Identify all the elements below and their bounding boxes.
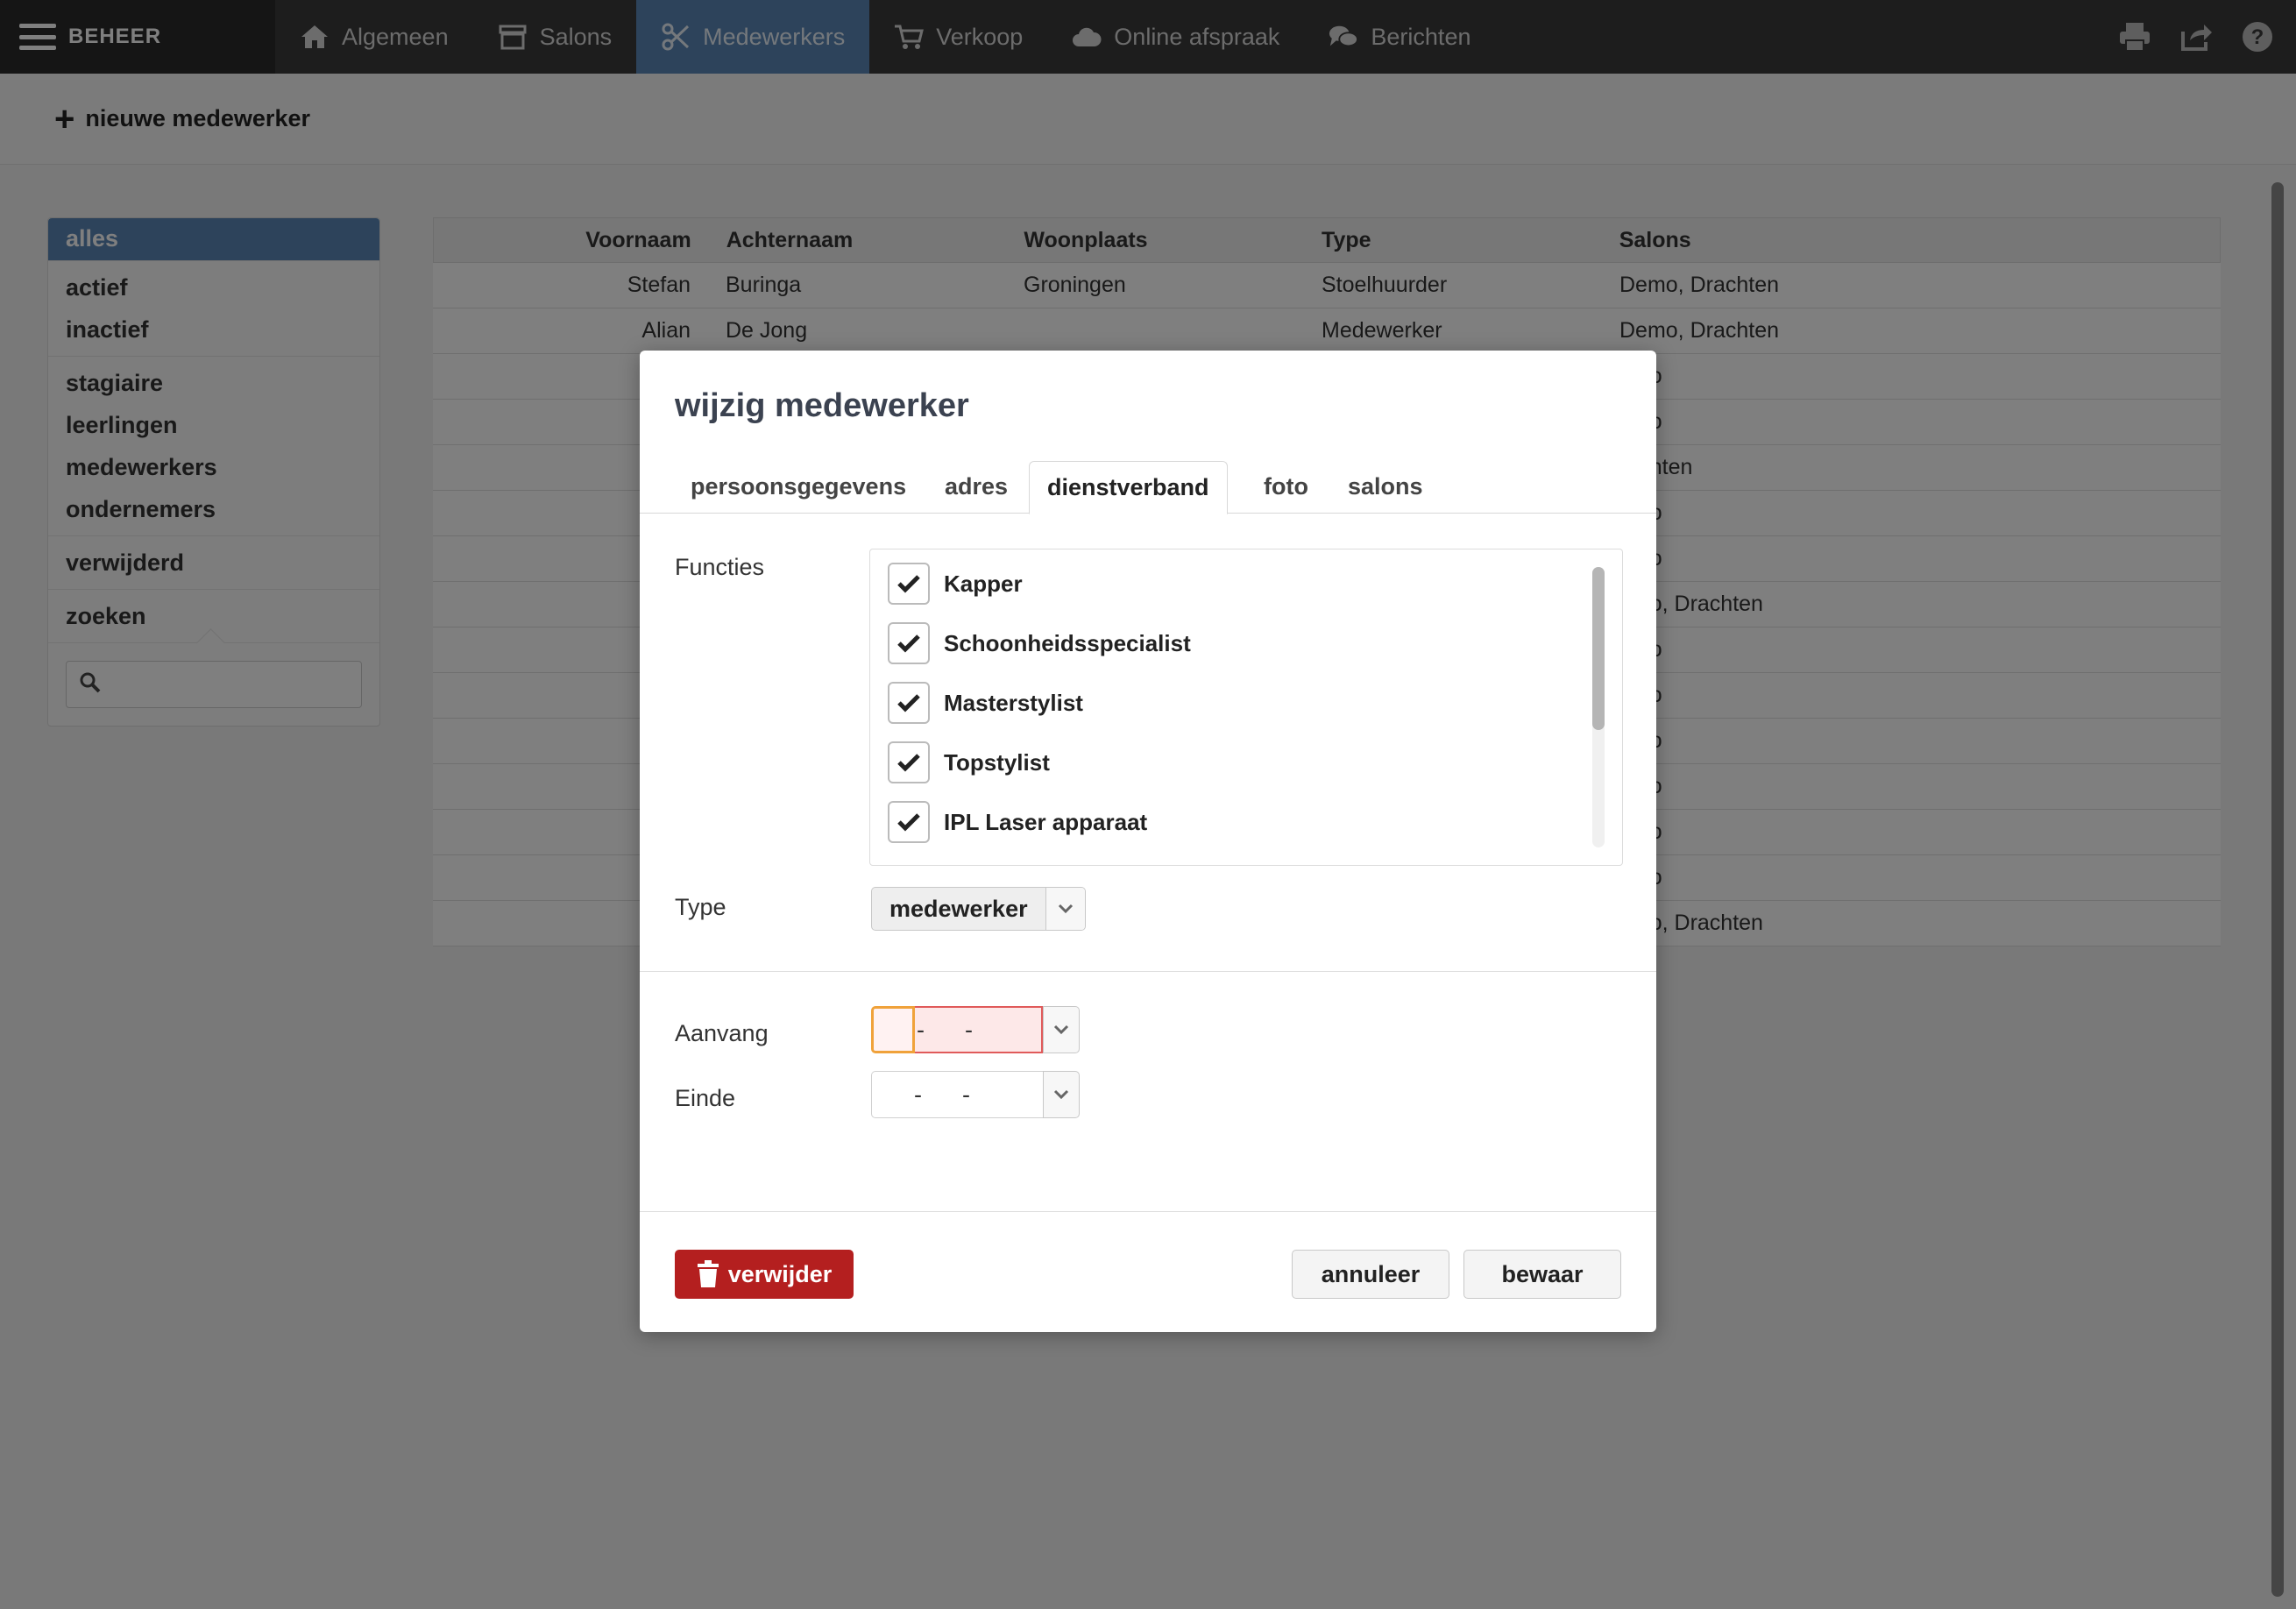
edit-employee-dialog: wijzig medewerker persoonsgegevens adres… [640, 351, 1656, 1332]
einde-date-field: - - [871, 1071, 1080, 1118]
checkbox-checked-icon[interactable] [888, 741, 930, 783]
checkbox-checked-icon[interactable] [888, 801, 930, 843]
aanvang-label: Aanvang [675, 1020, 769, 1046]
functie-schoonheidsspecialist[interactable]: Schoonheidsspecialist [888, 621, 1191, 665]
chevron-down-icon[interactable] [1043, 1006, 1080, 1053]
section-divider [640, 971, 1656, 972]
aanvang-day-input[interactable] [871, 1006, 915, 1053]
cancel-button[interactable]: annuleer [1292, 1250, 1449, 1299]
functie-topstylist[interactable]: Topstylist [888, 741, 1050, 784]
aanvang-date-field: - - [871, 1006, 1080, 1053]
trash-icon [697, 1260, 719, 1288]
functies-scrollbar[interactable] [1592, 567, 1605, 847]
save-button[interactable]: bewaar [1463, 1250, 1621, 1299]
einde-label: Einde [675, 1085, 736, 1111]
tab-dienstverband[interactable]: dienstverband [1029, 461, 1228, 514]
dialog-tabs: persoonsgegevens adres dienstverband fot… [640, 461, 1656, 514]
tab-adres[interactable]: adres [927, 461, 1025, 514]
tab-salons[interactable]: salons [1330, 461, 1441, 514]
tab-persoonsgegevens[interactable]: persoonsgegevens [673, 461, 924, 514]
functie-ipl-laser[interactable]: IPL Laser apparaat [888, 800, 1147, 844]
functies-list: Kapper Schoonheidsspecialist Masterstyli… [869, 549, 1623, 866]
type-select[interactable]: medewerker [871, 887, 1086, 931]
dialog-title: wijzig medewerker [675, 387, 969, 424]
checkbox-checked-icon[interactable] [888, 622, 930, 664]
type-value: medewerker [872, 888, 1046, 930]
functie-kapper[interactable]: Kapper [888, 562, 1023, 606]
footer-divider [640, 1211, 1656, 1212]
checkbox-checked-icon[interactable] [888, 563, 930, 605]
einde-input[interactable]: - - [871, 1071, 1043, 1118]
functie-masterstylist[interactable]: Masterstylist [888, 681, 1083, 725]
delete-button[interactable]: verwijder [675, 1250, 854, 1299]
chevron-down-icon[interactable] [1043, 1071, 1080, 1118]
checkbox-checked-icon[interactable] [888, 682, 930, 724]
chevron-down-icon [1045, 888, 1085, 930]
type-label: Type [675, 894, 726, 920]
aanvang-month-year-input[interactable]: - - [915, 1006, 1043, 1053]
functies-label: Functies [675, 554, 765, 580]
tab-foto[interactable]: foto [1246, 461, 1326, 514]
